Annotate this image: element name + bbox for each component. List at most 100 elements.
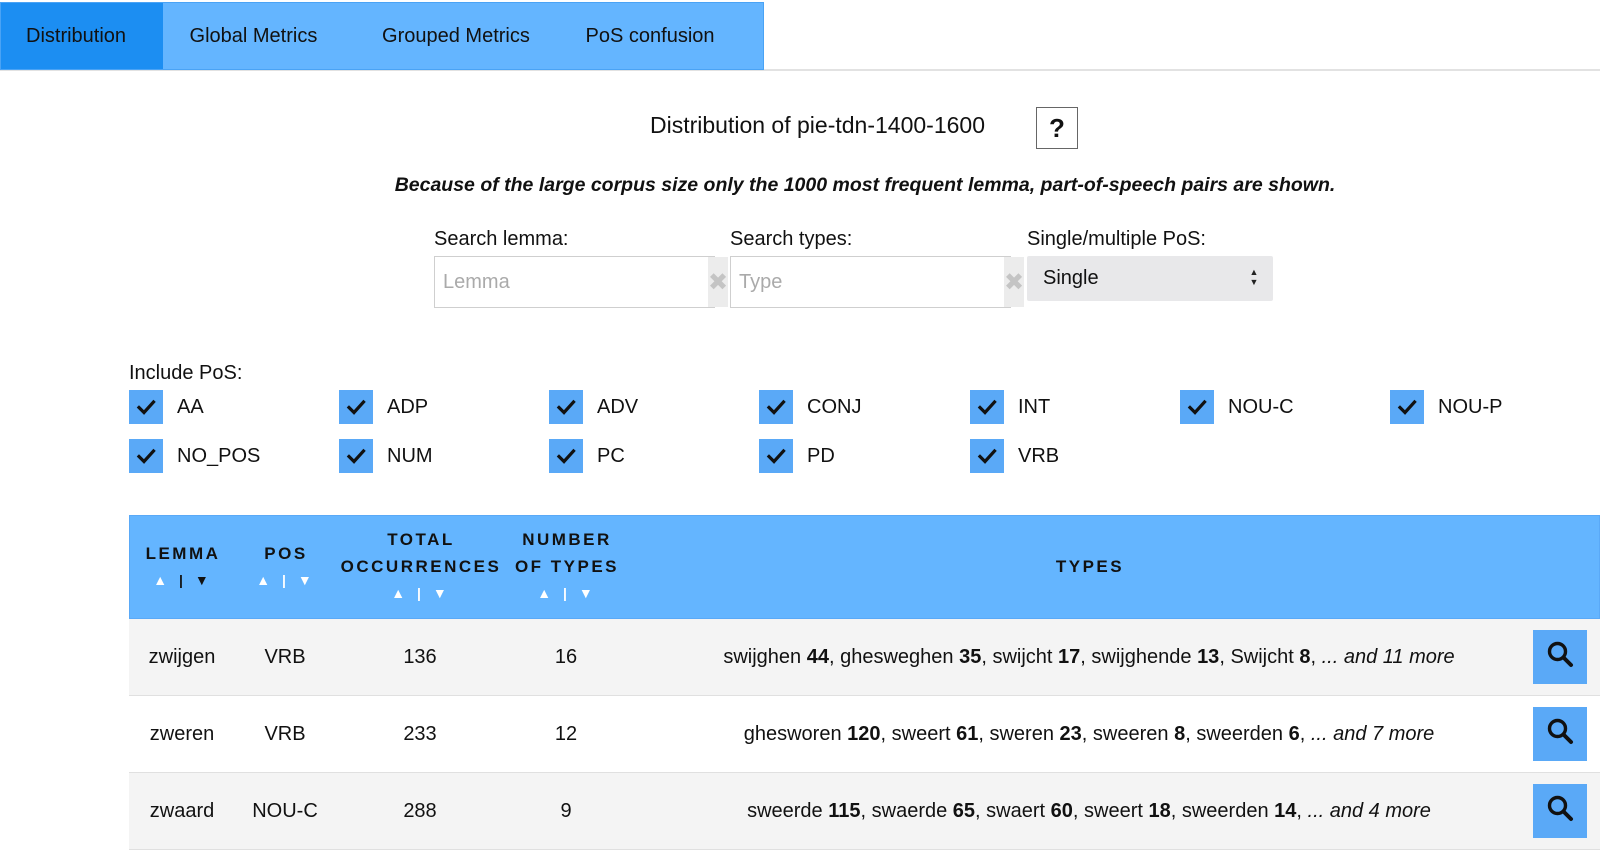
search-lemma-label: Search lemma: <box>434 228 569 250</box>
include-pos-label: Include PoS: <box>129 362 243 384</box>
checkmark-icon[interactable] <box>129 390 163 424</box>
search-button[interactable] <box>1533 707 1587 761</box>
more-types-text: ... and 7 more <box>1310 722 1435 745</box>
pos-checkbox-adp[interactable]: ADP <box>339 390 428 424</box>
column-header-types: TYPES <box>650 553 1530 580</box>
tab-distribution[interactable]: Distribution <box>1 3 163 69</box>
column-header-lemma[interactable]: LEMMA ▲ | ▼ <box>130 540 236 594</box>
type-word: Swijcht <box>1230 645 1294 668</box>
total-occurrences-cell: 233 <box>403 722 437 745</box>
type-count: 17 <box>1058 645 1081 668</box>
pos-checkbox-label: PD <box>807 444 835 467</box>
header-pos-text: POS <box>264 544 308 563</box>
pos-checkbox-nou-c[interactable]: NOU-C <box>1180 390 1294 424</box>
table-row: zwijgen VRB 136 16 swijghen 44, ghesweghen 3… <box>129 619 1600 696</box>
pos-mode-value: Single <box>1043 267 1099 289</box>
type-count: 120 <box>847 722 881 745</box>
checkmark-icon[interactable] <box>339 439 373 473</box>
column-header-number-of-types[interactable]: NUMBER OF TYPES ▲ | ▼ <box>506 526 628 607</box>
clear-lemma-icon[interactable]: ✖ <box>708 257 729 307</box>
search-types-box: ✖ <box>730 256 1025 308</box>
pos-checkbox-label: VRB <box>1018 444 1060 467</box>
tab-global-metrics[interactable]: Global Metrics <box>163 3 356 69</box>
sort-lemma-icon[interactable]: ▲ | ▼ <box>130 567 236 594</box>
type-count: 8 <box>1174 722 1186 745</box>
type-count: 60 <box>1050 799 1073 822</box>
column-header-total-occurrences[interactable]: TOTAL OCCURRENCES ▲ | ▼ <box>336 526 506 607</box>
search-button[interactable] <box>1533 784 1587 838</box>
checkmark-icon[interactable] <box>549 439 583 473</box>
type-count: 65 <box>952 799 976 822</box>
pos-checkbox-num[interactable]: NUM <box>339 439 433 473</box>
checkmark-icon[interactable] <box>759 439 793 473</box>
more-types-text: ... and 4 more <box>1307 799 1431 822</box>
type-count: 23 <box>1059 722 1082 745</box>
type-count: 18 <box>1148 799 1171 822</box>
sort-total-icon[interactable]: ▲ | ▼ <box>336 580 506 607</box>
type-word: swijghende <box>1091 645 1192 668</box>
more-types-text: ... and 11 more <box>1321 645 1455 668</box>
clear-types-icon[interactable]: ✖ <box>1004 257 1025 307</box>
search-icon <box>1546 794 1574 828</box>
page-title: Distribution of pie-tdn-1400-1600 <box>650 112 985 138</box>
tab-pos-confusion[interactable]: PoS confusion <box>559 3 763 69</box>
number-of-types-cell: 12 <box>554 722 578 745</box>
search-lemma-box: ✖ <box>434 256 729 308</box>
search-types-input[interactable] <box>731 257 1004 307</box>
header-numtypes-line2: OF TYPES <box>514 557 620 576</box>
checkmark-icon[interactable] <box>759 390 793 424</box>
corpus-size-notice: Because of the large corpus size only th… <box>394 174 1336 196</box>
checkmark-icon[interactable] <box>970 439 1004 473</box>
help-button[interactable]: ? <box>1036 107 1078 149</box>
type-word: sweren <box>989 722 1054 745</box>
pos-checkbox-int[interactable]: INT <box>970 390 1050 424</box>
total-occurrences-cell: 288 <box>403 799 437 822</box>
pos-checkbox-pc[interactable]: PC <box>549 439 625 473</box>
pos-cell: VRB <box>264 645 306 668</box>
checkmark-icon[interactable] <box>129 439 163 473</box>
pos-cell: NOU-C <box>252 799 318 822</box>
sort-numtypes-icon[interactable]: ▲ | ▼ <box>506 580 628 607</box>
header-total-line1: TOTAL <box>387 530 455 549</box>
pos-checkbox-pd[interactable]: PD <box>759 439 835 473</box>
pos-checkbox-vrb[interactable]: VRB <box>970 439 1059 473</box>
checkmark-icon[interactable] <box>1390 390 1424 424</box>
header-lemma-text: LEMMA <box>145 544 221 563</box>
total-occurrences-cell: 136 <box>403 645 437 668</box>
checkmark-icon[interactable] <box>549 390 583 424</box>
tabs: Distribution Global Metrics Grouped Metr… <box>0 2 764 70</box>
checkmark-icon[interactable] <box>1180 390 1214 424</box>
pos-checkbox-conj[interactable]: CONJ <box>759 390 861 424</box>
type-word: swijghen <box>723 645 802 668</box>
type-count: 13 <box>1197 645 1220 668</box>
type-count: 35 <box>959 645 982 668</box>
pos-checkbox-aa[interactable]: AA <box>129 390 204 424</box>
type-word: ghesworen <box>743 722 842 745</box>
search-lemma-input[interactable] <box>435 257 708 307</box>
table-body: zwijgen VRB 136 16 swijghen 44, ghesweghen 3… <box>129 619 1600 850</box>
header-types-text: TYPES <box>1055 557 1125 576</box>
pos-checkbox-adv[interactable]: ADV <box>549 390 638 424</box>
type-count: 6 <box>1288 722 1300 745</box>
type-word: sweerde <box>747 799 823 822</box>
checkmark-icon[interactable] <box>970 390 1004 424</box>
pos-checkbox-label: NOU-C <box>1228 395 1294 418</box>
type-count: 44 <box>806 645 829 668</box>
pos-checkbox-label: NO_POS <box>177 444 261 467</box>
type-word: sweerden <box>1181 799 1269 822</box>
header-numtypes-line1: NUMBER <box>522 530 612 549</box>
checkmark-icon[interactable] <box>339 390 373 424</box>
tab-grouped-metrics[interactable]: Grouped Metrics <box>355 3 558 69</box>
pos-checkbox-nou-p[interactable]: NOU-P <box>1390 390 1502 424</box>
column-header-pos[interactable]: POS ▲ | ▼ <box>236 540 336 594</box>
search-button[interactable] <box>1533 630 1587 684</box>
type-word: swaerde <box>871 799 948 822</box>
pos-mode-select[interactable]: Single ▲ ▼ <box>1027 256 1273 301</box>
pos-mode-label: Single/multiple PoS: <box>1027 228 1206 250</box>
pos-checkbox-no-pos[interactable]: NO_POS <box>129 439 260 473</box>
type-count: 8 <box>1299 645 1311 668</box>
sort-pos-icon[interactable]: ▲ | ▼ <box>236 567 336 594</box>
pos-checkbox-label: PC <box>597 444 625 467</box>
types-cell: sweerde 115, swaerde 65, swaert 60, swee… <box>747 799 1431 822</box>
type-word: sweert <box>1084 799 1143 822</box>
